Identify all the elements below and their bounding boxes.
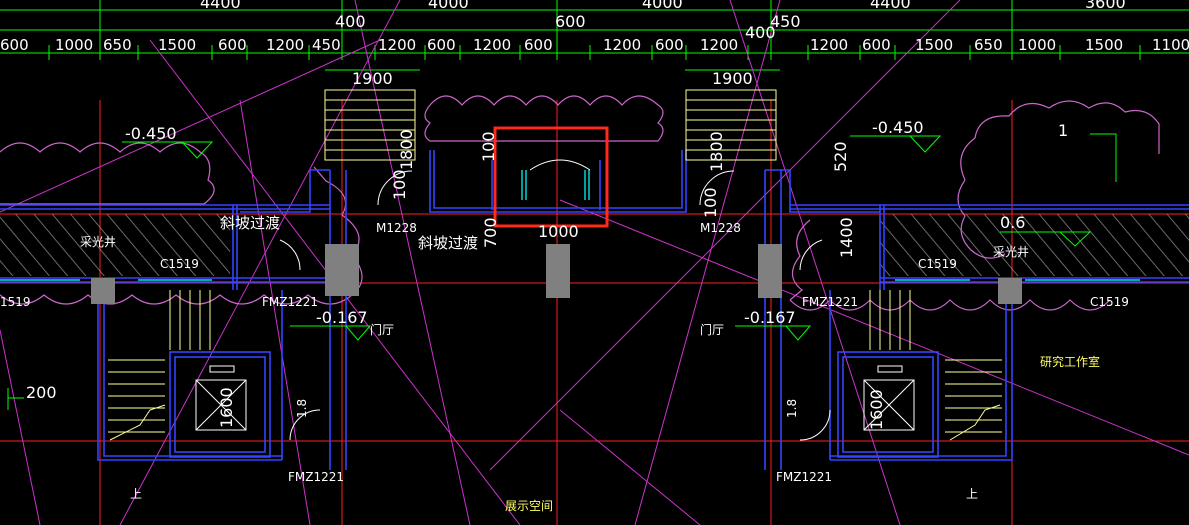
label-ramp-left: 斜坡过渡 [220,214,280,232]
label-ramp-center: 斜坡过渡 [418,234,478,252]
label-exhibition: 展示空间 [505,499,553,513]
dim-1-8-right: 1.8 [785,399,799,418]
dim-top-5: 3600 [1085,0,1126,12]
dim-row3-12: 1200 [603,36,641,54]
dim-row3-16: 600 [862,36,891,54]
label-marker-1: 1 [1058,121,1068,140]
dim-100-left: 100 [390,169,409,200]
label-window-c1519-far-right: C1519 [1090,295,1129,309]
dim-row3-11: 600 [524,36,553,54]
dim-1900-right: 1900 [712,69,753,88]
dim-row3-8: 1200 [378,36,416,54]
level-right-mid: -0.167 [744,308,796,327]
axis-grid [0,100,1189,525]
dim-row3-20: 1500 [1085,36,1123,54]
label-door-m1228-left: M1228 [376,221,417,235]
dim-700: 700 [481,217,500,248]
dim-200: 200 [26,383,57,402]
cad-drawing-canvas[interactable]: 4400 4000 4000 4400 3600 400 600 450 400… [0,0,1189,525]
dim-100-center: 100 [479,131,498,162]
label-up-left: 上 [130,487,142,501]
dim-1400: 1400 [837,217,856,258]
label-window-c1519-left: C1519 [160,257,199,271]
dim-1600-right: 1600 [867,389,886,430]
dim-row3-13: 600 [655,36,684,54]
level-right-side: 0.6 [1000,213,1025,232]
label-fmz1221-left-top: FMZ1221 [262,295,318,309]
label-lightwell-right: 采光井 [993,245,1029,259]
dim-1800-left: 1800 [397,129,416,170]
dim-1600-left: 1600 [217,387,236,428]
dimension-chains [0,0,1189,71]
label-fmz1221-right-top: FMZ1221 [802,295,858,309]
level-left-mid: -0.167 [316,308,368,327]
label-research-room: 研究工作室 [1040,354,1100,369]
label-hall-right: 门厅 [700,322,724,337]
dim-row3-15: 1200 [810,36,848,54]
dim-1800-right: 1800 [707,131,726,172]
dim-row3-21: 1100 [1152,36,1189,54]
dim-row3-18: 650 [974,36,1003,54]
dim-row3-10: 1200 [473,36,511,54]
elevator-marks [195,365,915,431]
dim-100-right: 100 [701,187,720,218]
dim-top-3: 4000 [642,0,683,12]
level-left-top: -0.450 [125,124,177,143]
dim-row3-4: 1500 [158,36,196,54]
dim-row3-1: 600 [0,36,29,54]
door-swings [279,159,831,441]
dim-1-8-left: 1.8 [295,399,309,418]
dim-row3-3: 650 [103,36,132,54]
dim-row3-19: 1000 [1018,36,1056,54]
dim-row3-6: 1200 [266,36,304,54]
dim-row2-2: 600 [555,12,586,31]
dim-row3-9: 600 [427,36,456,54]
dim-row3-2: 1000 [55,36,93,54]
label-hall-left: 门厅 [370,322,394,337]
label-door-m1228-right: M1228 [700,221,741,235]
label-fmz1221-right-bottom: FMZ1221 [776,470,832,484]
dim-row3-14: 1200 [700,36,738,54]
dim-row3-5: 600 [218,36,247,54]
dim-row3-7: 450 [312,36,341,54]
label-lightwell-left: 采光井 [80,235,116,249]
dim-top-1: 4400 [200,0,241,12]
label-window-c1519-far-left: 1519 [0,295,31,309]
dim-row3-17: 1500 [915,36,953,54]
dim-1900-left: 1900 [352,69,393,88]
label-up-right: 上 [966,487,978,501]
dim-1000: 1000 [538,222,579,241]
dim-top-2: 4000 [428,0,469,12]
label-fmz1221-left-bottom: FMZ1221 [288,470,344,484]
dim-row2-1: 400 [335,12,366,31]
top-dimension-row3: 600 1000 650 1500 600 1200 450 1200 600 … [0,36,1189,54]
dim-520: 520 [831,141,850,172]
dim-top-4: 4400 [870,0,911,12]
label-window-c1519-right: C1519 [918,257,957,271]
level-right-top: -0.450 [872,118,924,137]
floor-plan-svg: 4400 4000 4000 4400 3600 400 600 450 400… [0,0,1189,525]
dim-row2-4: 400 [745,23,776,42]
